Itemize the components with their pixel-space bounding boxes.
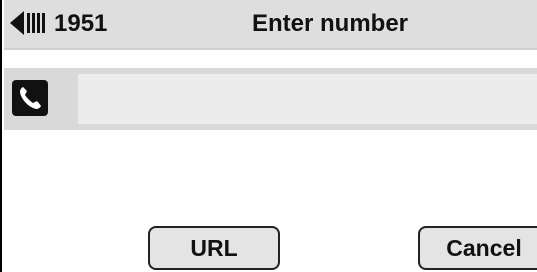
number-input[interactable] (78, 74, 537, 124)
url-softkey[interactable]: URL (148, 226, 280, 270)
cancel-softkey[interactable]: Cancel (418, 226, 537, 270)
line-number: 1951 (54, 10, 108, 37)
phone-handset-icon (12, 80, 48, 116)
title-bar: 1951 Enter number (4, 0, 537, 50)
phone-screen: 1951 Enter number URL Cancel (0, 0, 537, 272)
screen-title: Enter number (252, 10, 409, 37)
number-entry-row (4, 68, 537, 130)
line-status-icon (10, 8, 52, 38)
